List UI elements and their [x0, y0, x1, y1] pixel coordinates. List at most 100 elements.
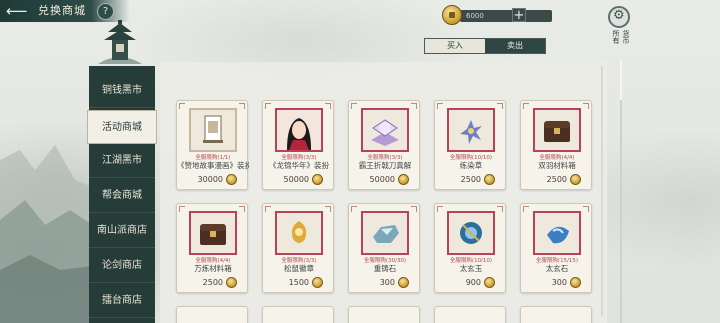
currency-filter-toggle[interactable]: 货币 所有 — [607, 6, 631, 76]
shop-category-nav: 铜钱黑市 活动商城 江湖黑市 帮会商城 南山派商店 论剑商店 擂台商店 — [87, 66, 157, 323]
item-image — [275, 108, 323, 152]
item-price-row: 300 — [363, 277, 411, 288]
item-card[interactable]: 全服限购(3/3) 《龙锦华年》装扮 50000 — [262, 100, 334, 190]
card-corner-ornament — [523, 103, 529, 109]
card-corner-ornament — [523, 206, 529, 212]
item-price: 30000 — [197, 175, 223, 184]
filter-label-all: 所有 — [612, 30, 620, 44]
flower-icon — [460, 120, 482, 144]
copper-coin-icon — [570, 277, 581, 288]
item-price: 1500 — [288, 278, 309, 287]
card-corner-ornament — [265, 206, 271, 212]
item-card-partial[interactable] — [262, 306, 334, 323]
item-card[interactable]: 全服限购(4/4) 万炼材料箱 2500 — [176, 203, 248, 293]
item-card-partial[interactable] — [434, 306, 506, 323]
page-title: 兑换商城 — [38, 4, 86, 17]
tab-sell[interactable]: 卖出 — [485, 39, 545, 53]
item-image — [189, 108, 237, 152]
item-name: 霸王折戟刀真解 — [358, 161, 412, 170]
grid-scrollbar[interactable] — [601, 66, 603, 316]
help-button[interactable]: ? — [97, 3, 114, 20]
card-corner-ornament — [179, 103, 185, 109]
card-corner-ornament — [351, 206, 357, 212]
item-image — [533, 211, 581, 255]
item-card[interactable]: 全服限购(10/10) 练染草 2500 — [434, 100, 506, 190]
item-price-row: 1500 — [277, 277, 325, 288]
card-corner-ornament — [411, 206, 417, 212]
chest-icon — [544, 121, 570, 142]
item-price: 300 — [551, 278, 567, 287]
scroll-frame-icon — [203, 115, 223, 143]
copper-coin-icon — [226, 277, 237, 288]
mountain-backdrop — [0, 145, 100, 323]
nav-item-jianghu-black-market[interactable]: 江湖黑市 — [89, 144, 155, 178]
gem-icon — [547, 226, 569, 244]
card-corner-ornament — [265, 103, 271, 109]
card-corner-ornament — [239, 103, 245, 109]
card-corner-ornament — [583, 103, 589, 109]
copper-coin-icon — [398, 174, 409, 185]
card-corner-ornament — [325, 206, 331, 212]
item-image — [275, 211, 323, 255]
nav-item-copper-black-market[interactable]: 铜钱黑市 — [89, 74, 155, 108]
stone-icon — [373, 225, 399, 243]
copper-coin-icon — [484, 277, 495, 288]
nav-item-arena-shop[interactable]: 擂台商店 — [89, 284, 155, 318]
back-arrow-icon[interactable]: ⟵ — [6, 2, 32, 20]
top-bar: ⟵ 兑换商城 ? — [0, 0, 130, 22]
card-corner-ornament — [179, 206, 185, 212]
item-name: 练染草 — [459, 161, 483, 170]
badge-icon — [291, 221, 307, 243]
item-price-row: 2500 — [191, 277, 239, 288]
item-price: 50000 — [369, 175, 395, 184]
item-name: 双羽材料箱 — [538, 161, 576, 170]
add-currency-button[interactable]: + — [512, 8, 526, 22]
card-corner-ornament — [583, 206, 589, 212]
card-corner-ornament — [351, 103, 357, 109]
item-card-partial[interactable] — [176, 306, 248, 323]
item-price-row: 2500 — [535, 174, 583, 185]
nav-item-event-shop[interactable]: 活动商城 — [87, 110, 157, 144]
item-name: 太玄石 — [545, 264, 569, 273]
item-price-row: 900 — [449, 277, 497, 288]
copper-coin-icon — [484, 174, 495, 185]
item-card-partial[interactable] — [348, 306, 420, 323]
item-card[interactable]: 全服限购(15/15) 太玄石 300 — [520, 203, 592, 293]
pagoda-icon — [98, 20, 142, 64]
item-name: 《龙锦华年》装扮 — [269, 161, 329, 170]
card-corner-ornament — [411, 103, 417, 109]
copper-coin-icon — [398, 277, 409, 288]
item-card[interactable]: 全服限购(1/1) 《赞地故事漫画》装扮 30000 — [176, 100, 249, 190]
card-corner-ornament — [497, 103, 503, 109]
card-corner-ornament — [437, 103, 443, 109]
card-corner-ornament — [497, 206, 503, 212]
nav-item-guild-shop[interactable]: 帮会商城 — [89, 179, 155, 213]
item-price: 300 — [379, 278, 395, 287]
nav-item-sword-shop[interactable]: 论剑商店 — [89, 249, 155, 283]
item-price-row: 30000 — [191, 174, 239, 185]
item-card-partial[interactable] — [520, 306, 592, 323]
item-card[interactable]: 全服限购(4/4) 双羽材料箱 2500 — [520, 100, 592, 190]
item-card[interactable]: 全服限购(3/3) 松鼠徽章 1500 — [262, 203, 334, 293]
item-price-row: 300 — [535, 277, 583, 288]
item-card[interactable]: 全服限购(10/10) 太玄玉 900 — [434, 203, 506, 293]
item-image — [361, 211, 409, 255]
item-price-row: 50000 — [277, 174, 325, 185]
jade-icon — [460, 222, 482, 244]
item-card[interactable]: 全服限购(3/3) 霸王折戟刀真解 50000 — [348, 100, 420, 190]
item-price: 50000 — [283, 175, 309, 184]
item-card[interactable]: 全服限购(30/30) 重铸石 300 — [348, 203, 420, 293]
nav-item-nanshan-shop[interactable]: 南山派商店 — [89, 214, 155, 248]
item-name: 重铸石 — [373, 264, 397, 273]
item-price: 2500 — [546, 175, 567, 184]
card-corner-ornament — [239, 206, 245, 212]
filter-orb-icon[interactable] — [608, 6, 630, 28]
item-image — [447, 108, 495, 152]
tab-buy[interactable]: 买入 — [425, 39, 485, 53]
copper-coin-icon — [312, 174, 323, 185]
trade-tabs: 买入 卖出 — [424, 38, 546, 54]
character-portrait — [277, 110, 321, 150]
item-price-row: 50000 — [363, 174, 411, 185]
item-name: 太玄玉 — [459, 264, 483, 273]
currency-value: 6000 — [466, 12, 484, 20]
